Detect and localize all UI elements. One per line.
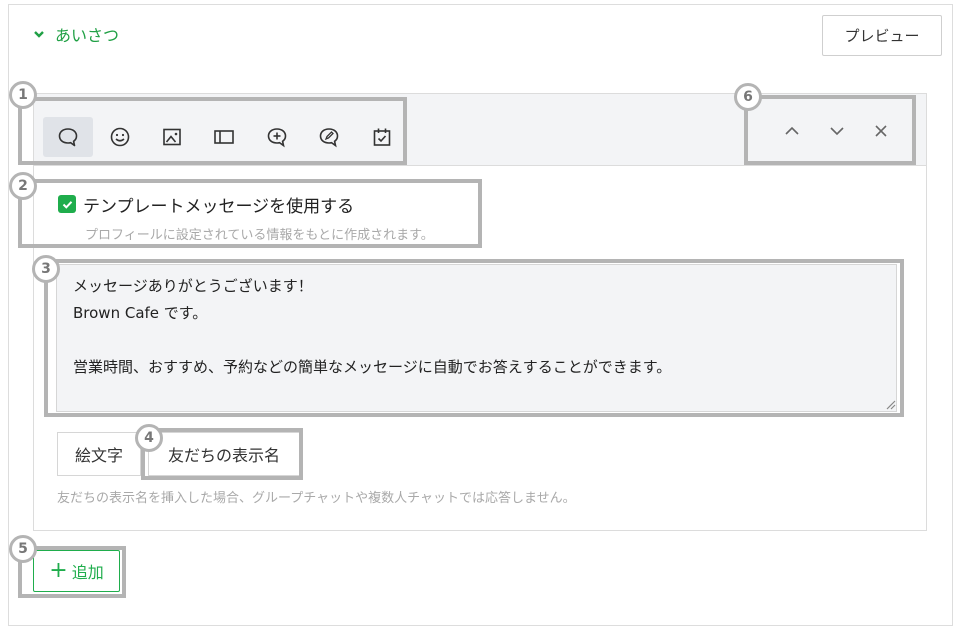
emoji-button[interactable]: 絵文字	[57, 432, 141, 476]
template-checkbox-description: プロフィールに設定されている情報をもとに作成されます。	[85, 228, 434, 243]
callout-badge-4: 4	[135, 424, 163, 452]
message-line	[73, 327, 880, 354]
close-icon	[875, 125, 887, 137]
message-textarea[interactable]: メッセージありがとうございます！ Brown Cafe です。 営業時間、おすす…	[56, 264, 897, 412]
tool-sticker[interactable]	[95, 117, 145, 157]
preview-button[interactable]: プレビュー	[822, 15, 942, 56]
card-icon	[214, 130, 234, 144]
tool-coupon[interactable]	[252, 117, 302, 157]
smile-icon	[110, 127, 130, 147]
tool-text-message[interactable]	[43, 117, 93, 157]
resize-grip-icon[interactable]	[884, 398, 896, 410]
add-button[interactable]: + 追加	[33, 550, 120, 592]
move-down-icon	[830, 127, 844, 136]
move-up-icon	[785, 126, 799, 135]
move-down-button[interactable]	[822, 118, 852, 144]
reservation-icon	[373, 128, 391, 146]
coupon-icon	[267, 128, 287, 148]
template-checkbox[interactable]	[58, 195, 76, 213]
message-line: 営業時間、おすすめ、予約などの簡単なメッセージに自動でお答えすることができます。	[73, 358, 672, 376]
checkmark-icon	[62, 200, 72, 209]
tool-reservation[interactable]	[357, 117, 407, 157]
delete-button[interactable]	[866, 118, 896, 144]
callout-badge-3: 3	[32, 255, 60, 283]
research-icon	[319, 128, 339, 148]
section-toggle[interactable]: あいさつ	[33, 22, 119, 46]
add-button-label: 追加	[71, 563, 104, 582]
template-checkbox-label[interactable]: テンプレートメッセージを使用する	[83, 192, 354, 217]
chevron-down-icon	[34, 31, 44, 38]
move-up-button[interactable]	[777, 118, 807, 144]
tool-image[interactable]	[147, 117, 197, 157]
speech-bubble-icon	[58, 128, 78, 147]
message-line: Brown Cafe です。	[73, 304, 208, 322]
image-icon	[163, 128, 181, 146]
tool-card[interactable]	[199, 117, 249, 157]
callout-badge-1: 1	[9, 81, 37, 109]
friend-name-hint: 友だちの表示名を挿入した場合、グループチャットや複数人チャットでは応答しません。	[57, 491, 576, 506]
insert-friend-name-button[interactable]: 友だちの表示名	[148, 432, 300, 476]
callout-badge-5: 5	[9, 535, 37, 563]
plus-icon: +	[49, 558, 68, 583]
section-title: あいさつ	[55, 26, 120, 45]
message-line: メッセージありがとうございます！	[73, 277, 313, 295]
tool-research[interactable]	[304, 117, 354, 157]
callout-badge-6: 6	[734, 83, 762, 111]
callout-badge-2: 2	[9, 172, 37, 200]
